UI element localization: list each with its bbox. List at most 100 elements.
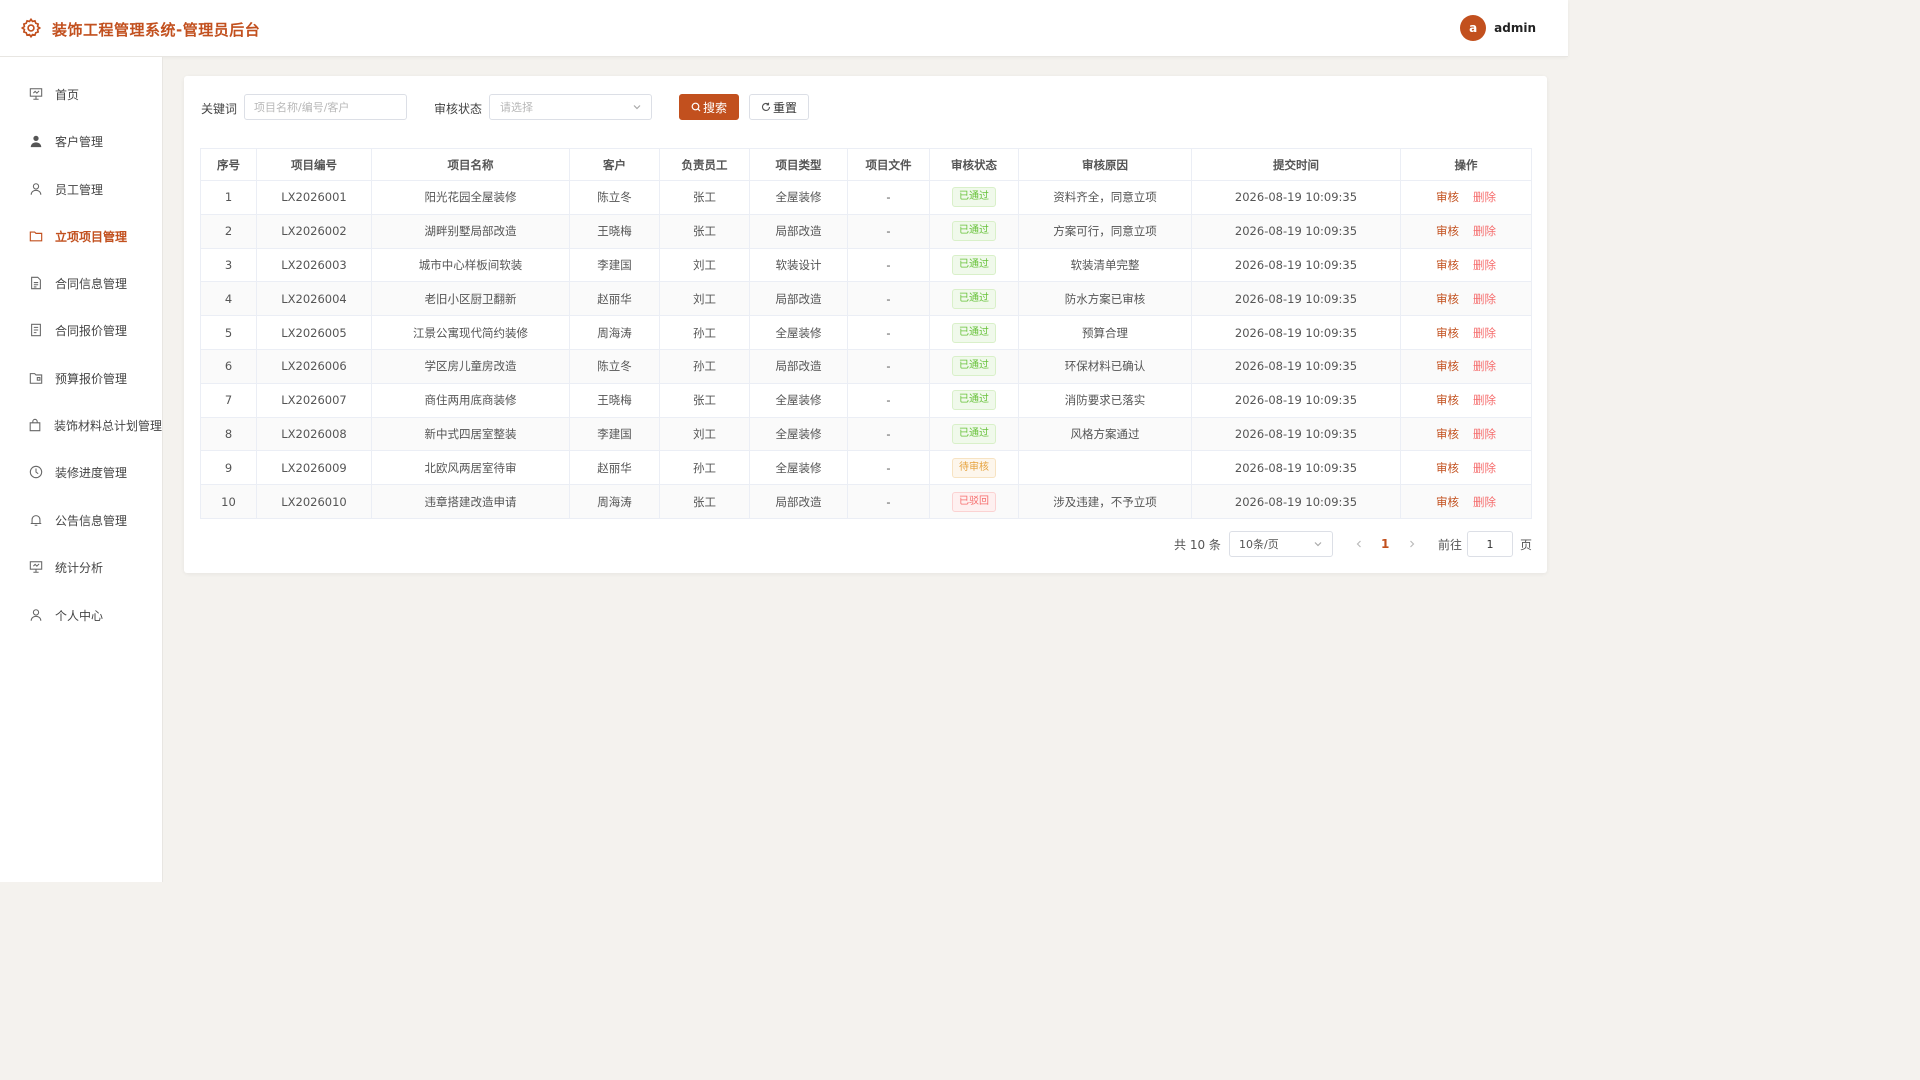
audit-button[interactable]: 审核 [1436, 393, 1459, 407]
audit-button[interactable]: 审核 [1436, 359, 1459, 373]
cell-reason: 涉及违建，不予立项 [1018, 484, 1192, 519]
cell-type: 局部改造 [749, 348, 848, 384]
goto-page-input[interactable] [1467, 531, 1513, 557]
status-select[interactable]: 请选择 [489, 94, 652, 120]
audit-button[interactable]: 审核 [1436, 190, 1459, 204]
cell-actions: 审核 删除 [1400, 416, 1532, 452]
chevron-left-icon [1356, 540, 1361, 548]
cell-actions: 审核 删除 [1400, 247, 1532, 283]
cell-reason: 软装清单完整 [1018, 247, 1192, 283]
cell-no: 6 [200, 348, 257, 384]
cell-actions: 审核 删除 [1400, 180, 1532, 215]
dashboard-icon [28, 86, 44, 102]
cell-staff: 刘工 [659, 247, 750, 283]
keyword-input[interactable] [244, 94, 407, 120]
cell-customer: 李建国 [569, 416, 660, 452]
cell-reason: 预算合理 [1018, 315, 1192, 350]
cell-staff: 孙工 [659, 348, 750, 384]
page-size-select[interactable]: 10条/页 [1229, 531, 1333, 557]
cell-name: 阳光花园全屋装修 [371, 180, 570, 215]
prev-page-button[interactable] [1354, 531, 1364, 557]
cell-no: 8 [200, 416, 257, 452]
cell-time: 2026-08-19 10:09:35 [1191, 180, 1401, 215]
column-header: 项目名称 [371, 148, 570, 181]
table-row: 9 LX2026009 北欧风两居室待审 赵丽华 孙工 全屋装修 - 待审核 2026-08-1… [200, 450, 1532, 486]
cell-type: 全屋装修 [749, 180, 848, 215]
cell-type: 局部改造 [749, 281, 848, 317]
audit-button[interactable]: 审核 [1436, 326, 1459, 340]
audit-button[interactable]: 审核 [1436, 224, 1459, 238]
sidebar-item-staff[interactable]: 员工管理 [0, 174, 162, 204]
sidebar-item-home[interactable]: 首页 [0, 79, 162, 109]
cell-customer: 王晓梅 [569, 213, 660, 249]
cell-type: 局部改造 [749, 213, 848, 249]
cell-file: - [847, 247, 930, 283]
audit-button[interactable]: 审核 [1436, 461, 1459, 475]
cell-staff: 张工 [659, 382, 750, 418]
project-table: 序号 项目编号 项目名称 客户 负责员工 项目类型 项目文件 审核状态 审核原因… [200, 148, 1532, 519]
cell-actions: 审核 删除 [1400, 281, 1532, 317]
audit-button[interactable]: 审核 [1436, 427, 1459, 441]
sidebar-item-projects[interactable]: 立项项目管理 [0, 221, 162, 251]
cell-name: 湖畔别墅局部改造 [371, 213, 570, 249]
cell-actions: 审核 删除 [1400, 484, 1532, 519]
cell-reason: 环保材料已确认 [1018, 348, 1192, 384]
status-badge: 已通过 [952, 288, 996, 309]
page-number-current[interactable]: 1 [1381, 531, 1389, 557]
search-button-label: 搜索 [702, 100, 727, 115]
delete-button[interactable]: 删除 [1473, 224, 1496, 238]
cell-staff: 张工 [659, 180, 750, 215]
cell-actions: 审核 删除 [1400, 315, 1532, 350]
avatar[interactable]: a [1460, 15, 1487, 41]
cell-time: 2026-08-19 10:09:35 [1191, 247, 1401, 283]
cell-no: 4 [200, 281, 257, 317]
delete-button[interactable]: 删除 [1473, 292, 1496, 306]
sidebar-item-profile[interactable]: 个人中心 [0, 600, 162, 630]
cell-status: 已通过 [929, 281, 1019, 317]
column-header: 序号 [200, 148, 257, 181]
sidebar-item-label: 首页 [55, 87, 80, 102]
delete-button[interactable]: 删除 [1473, 326, 1496, 340]
sidebar-item-announcements[interactable]: 公告信息管理 [0, 505, 162, 535]
delete-button[interactable]: 删除 [1473, 190, 1496, 204]
delete-button[interactable]: 删除 [1473, 359, 1496, 373]
cell-staff: 孙工 [659, 450, 750, 486]
sidebar-item-materials[interactable]: 装饰材料总计划管理 [0, 410, 162, 440]
cell-type: 全屋装修 [749, 450, 848, 486]
sidebar-item-contracts[interactable]: 合同信息管理 [0, 268, 162, 298]
search-button[interactable]: 搜索 [679, 94, 739, 120]
cell-code: LX2026006 [256, 348, 372, 384]
cell-name: 江景公寓现代简约装修 [371, 315, 570, 350]
username[interactable]: admin [1494, 21, 1536, 35]
reset-button[interactable]: 重置 [749, 94, 809, 120]
user-icon [28, 181, 44, 197]
column-header: 审核原因 [1018, 148, 1192, 181]
audit-button[interactable]: 审核 [1436, 495, 1459, 509]
cell-file: - [847, 416, 930, 452]
delete-button[interactable]: 删除 [1473, 427, 1496, 441]
cell-time: 2026-08-19 10:09:35 [1191, 213, 1401, 249]
column-header: 提交时间 [1191, 148, 1401, 181]
delete-button[interactable]: 删除 [1473, 495, 1496, 509]
sidebar-item-customers[interactable]: 客户管理 [0, 126, 162, 156]
delete-button[interactable]: 删除 [1473, 258, 1496, 272]
folder-icon [28, 228, 44, 244]
cell-status: 已通过 [929, 315, 1019, 350]
project-list-card: 关键词 审核状态 请选择 搜索 重置 序号 项目编号 项目名称 客户 负责员工 … [184, 76, 1547, 573]
next-page-button[interactable] [1407, 531, 1417, 557]
sidebar-item-budget-quotes[interactable]: 预算报价管理 [0, 363, 162, 393]
audit-button[interactable]: 审核 [1436, 292, 1459, 306]
sidebar-item-statistics[interactable]: 统计分析 [0, 552, 162, 582]
audit-button[interactable]: 审核 [1436, 258, 1459, 272]
cell-staff: 刘工 [659, 281, 750, 317]
sidebar-item-contract-quotes[interactable]: 合同报价管理 [0, 315, 162, 345]
status-badge: 待审核 [952, 457, 996, 478]
delete-button[interactable]: 删除 [1473, 393, 1496, 407]
table-row: 10 LX2026010 违章搭建改造申请 周海涛 张工 局部改造 - 已驳回 涉及违建，不予立… [200, 484, 1532, 519]
status-badge: 已通过 [952, 356, 996, 377]
table-row: 3 LX2026003 城市中心样板间软装 李建国 刘工 软装设计 - 已通过 软装清单完整 20… [200, 247, 1532, 283]
delete-button[interactable]: 删除 [1473, 461, 1496, 475]
sidebar-item-progress[interactable]: 装修进度管理 [0, 457, 162, 487]
cell-name: 违章搭建改造申请 [371, 484, 570, 519]
user-menu[interactable]: a admin [1460, 15, 1536, 41]
